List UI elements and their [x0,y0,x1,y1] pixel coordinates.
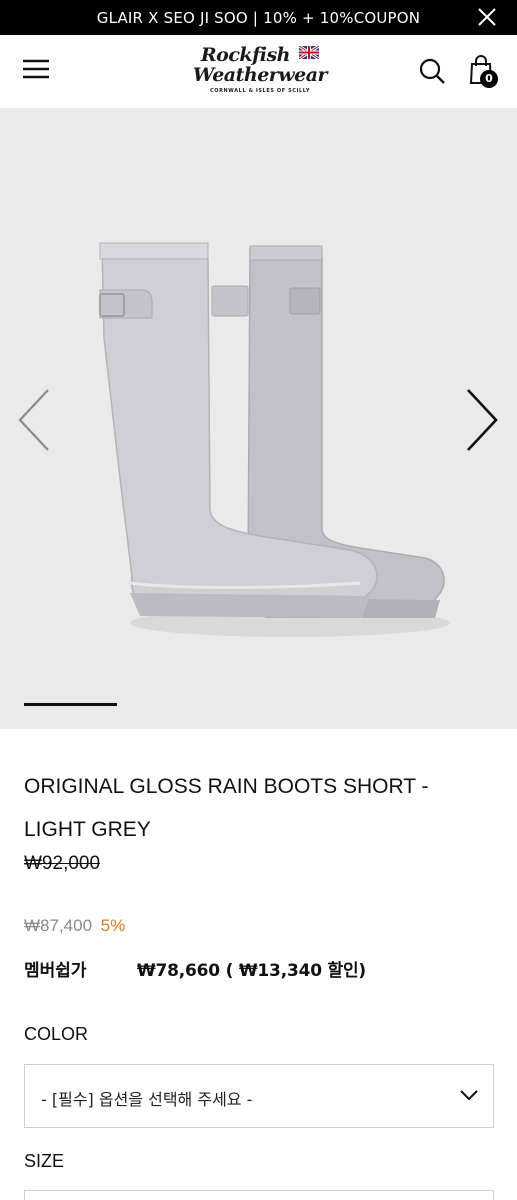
promo-banner[interactable]: GLAIR X SEO JI SOO | 10% + 10%COUPON [0,0,517,35]
gallery-pagination-indicator[interactable] [24,703,117,706]
union-jack-flag-icon [299,46,320,59]
product-title: ORIGINAL GLOSS RAIN BOOTS SHORT - LIGHT … [24,775,429,841]
promo-text: GLAIR X SEO JI SOO | 10% + 10%COUPON [96,8,421,27]
discount-rate: 5% [100,916,126,935]
color-select-value: - [필수] 옵션을 선택해 주세요 - [41,1090,253,1109]
member-price: ₩78,660 ( ₩13,340 할인) [136,961,367,981]
member-price-label: 멤버쉽가 [24,961,87,981]
cart-count-badge: 0 [480,70,498,88]
sale-price-row: ₩87,400 5% [24,916,125,936]
product-image-rain-boots [99,242,450,637]
sale-price: ₩87,400 [24,916,93,935]
site-header: Rockfish Weatherwear CORNWALL & ISLES OF… [0,35,517,108]
hamburger-menu-icon[interactable] [22,57,50,81]
product-image-gallery[interactable] [0,108,517,729]
logo-text-rockfish: Rockfish [200,44,291,66]
cart-button[interactable]: 0 [469,55,501,89]
logo-tagline: CORNWALL & ISLES OF SCILLY [209,88,311,94]
brand-logo[interactable]: Rockfish Weatherwear CORNWALL & ISLES OF… [190,45,330,99]
member-price-row: 멤버쉽가 ₩78,660 ( ₩13,340 할인) [24,956,366,981]
close-icon[interactable] [477,7,497,27]
chevron-left-icon[interactable] [14,386,54,454]
color-option-label: COLOR [24,1024,89,1044]
size-option-label: SIZE [24,1151,65,1171]
chevron-right-icon[interactable] [462,386,502,454]
size-select[interactable] [24,1190,494,1200]
original-price: ₩92,000 [24,853,101,874]
search-icon[interactable] [418,57,446,85]
logo-text-weatherwear: Weatherwear [192,64,328,86]
chevron-down-icon [460,1090,478,1101]
color-select[interactable]: - [필수] 옵션을 선택해 주세요 - [24,1064,494,1128]
